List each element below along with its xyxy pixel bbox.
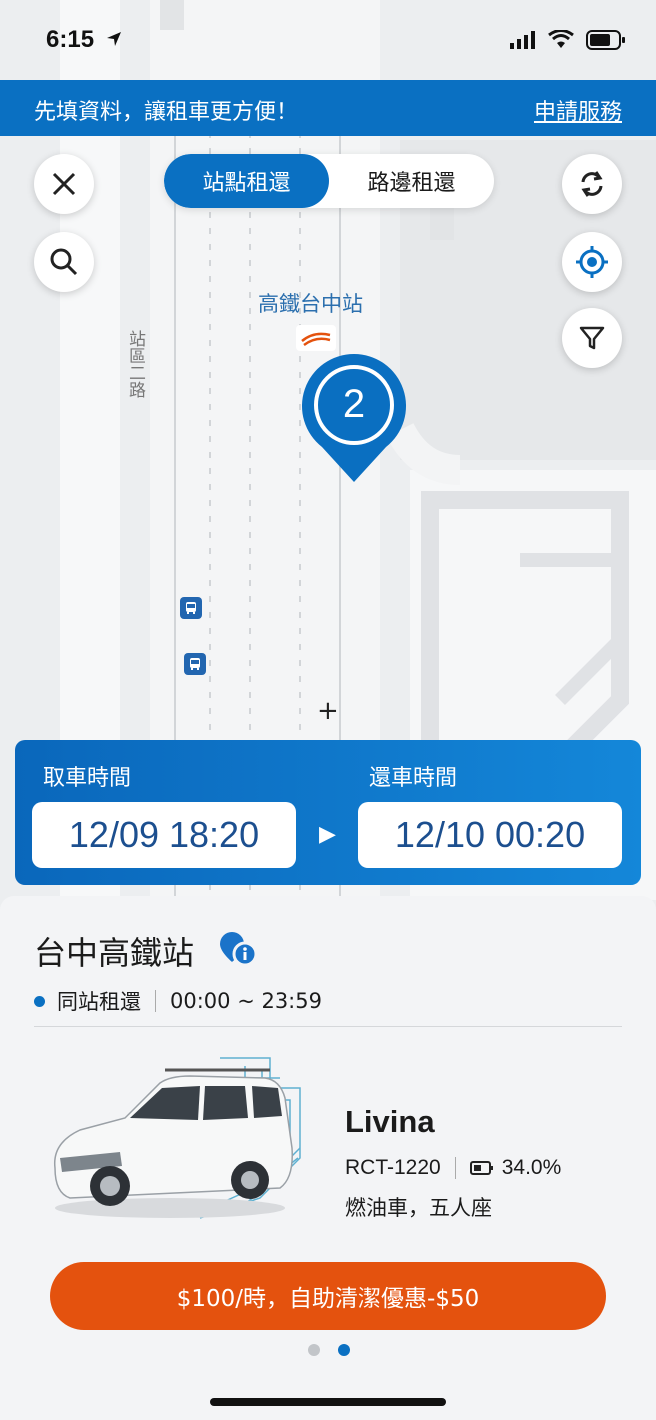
pickup-time-field[interactable]: 12/09 18:20 <box>32 802 296 868</box>
battery-icon <box>586 30 625 50</box>
home-indicator <box>210 1398 446 1406</box>
close-icon <box>52 172 76 196</box>
car-model-name: Livina <box>345 1104 435 1139</box>
cluster-pin[interactable]: 2 <box>300 352 408 488</box>
station-hours-row: 同站租還 00:00 ~ 23:59 <box>34 986 322 1016</box>
status-dot <box>34 995 45 1007</box>
location-arrow-icon <box>105 27 123 55</box>
rental-mode-toggle: 站點租還 路邊租還 <box>164 154 494 208</box>
signup-banner: 先填資料，讓租車更方便！ 申請服務 <box>0 80 656 136</box>
arrow-right-icon: ▶ <box>319 822 336 847</box>
rent-promo-button[interactable]: $100/時，自助清潔優惠-$50 <box>50 1262 606 1330</box>
car-meta-row: RCT-1220 34.0% <box>345 1156 561 1180</box>
divider <box>454 1157 456 1179</box>
close-button[interactable] <box>34 154 94 214</box>
clock-text: 6:15 <box>46 26 95 53</box>
status-icons <box>510 30 626 50</box>
locate-button[interactable] <box>562 232 622 292</box>
page-dot-active[interactable] <box>338 1344 350 1356</box>
divider <box>155 990 156 1012</box>
station-map-label: 高鐵台中站 <box>258 292 363 316</box>
hsr-logo-icon <box>296 325 336 355</box>
page-dot[interactable] <box>308 1344 320 1356</box>
return-time-label: 還車時間 <box>369 766 458 791</box>
station-detail-sheet: 台中高鐵站 同站租還 00:00 ~ 23:59 Livina RCT-1220… <box>0 896 656 1420</box>
rental-mode-text: 同站租還 <box>57 990 141 1014</box>
divider <box>34 1026 622 1027</box>
bus-stop-icon[interactable] <box>184 653 206 675</box>
carousel-pager <box>308 1344 350 1356</box>
tab-station-rental[interactable]: 站點租還 <box>164 154 329 208</box>
car-description: 燃油車，五人座 <box>345 1196 492 1220</box>
filter-icon <box>579 326 605 350</box>
bus-stop-icon[interactable] <box>180 597 202 619</box>
signal-icon <box>510 31 535 49</box>
fuel-level-icon <box>469 1161 494 1175</box>
station-name: 台中高鐵站 <box>34 934 195 972</box>
car-plate: RCT-1220 <box>345 1156 441 1179</box>
apply-service-link[interactable]: 申請服務 <box>534 94 622 126</box>
opening-hours: 00:00 ~ 23:59 <box>170 989 322 1013</box>
cluster-count: 2 <box>342 382 366 426</box>
search-button[interactable] <box>34 232 94 292</box>
fuel-level: 34.0% <box>501 1156 562 1179</box>
search-icon <box>50 248 78 276</box>
car-image[interactable] <box>40 1048 310 1232</box>
rental-time-panel: 取車時間 還車時間 12/09 18:20 ▶ 12/10 00:20 <box>15 740 641 885</box>
status-time: 6:15 <box>46 26 123 55</box>
status-bar: 6:15 <box>0 0 656 80</box>
station-info-icon[interactable] <box>218 930 258 972</box>
tab-roadside-rental[interactable]: 路邊租還 <box>329 154 494 208</box>
map-center-crosshair-icon: + <box>317 696 339 726</box>
banner-message: 先填資料，讓租車更方便！ <box>34 100 299 125</box>
wifi-icon <box>548 30 574 48</box>
refresh-button[interactable] <box>562 154 622 214</box>
filter-button[interactable] <box>562 308 622 368</box>
return-time-field[interactable]: 12/10 00:20 <box>358 802 622 868</box>
refresh-icon <box>581 171 603 197</box>
pickup-time-label: 取車時間 <box>43 766 132 791</box>
crosshair-locate-icon <box>576 246 608 278</box>
road-label: 站區二路 <box>125 330 145 398</box>
